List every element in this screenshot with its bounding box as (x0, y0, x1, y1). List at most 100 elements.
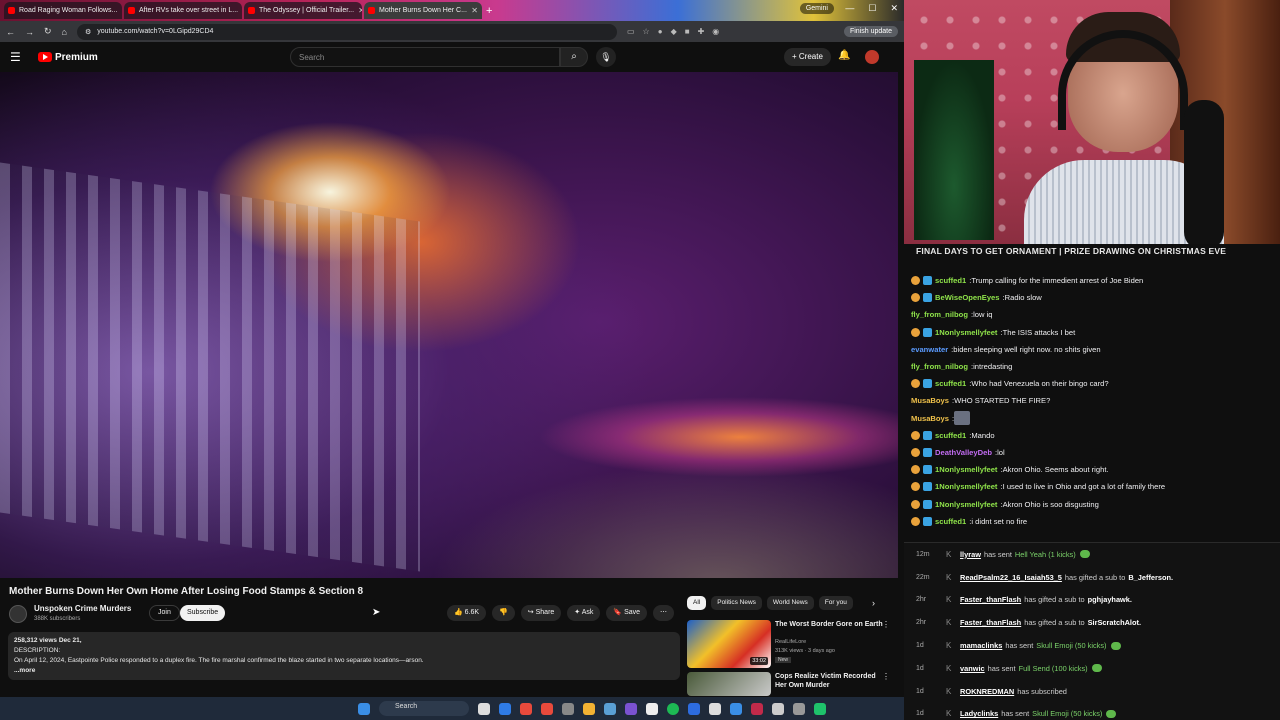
address-bar[interactable]: ⚙ youtube.com/watch?v=0LGipd29CD4 (76, 23, 617, 40)
chat-username[interactable]: BeWiseOpenEyes (935, 293, 1000, 302)
subscribe-button[interactable]: Subscribe (180, 605, 226, 621)
finish-update-button[interactable]: Finish update (843, 26, 898, 37)
event-username[interactable]: vanwic (960, 664, 985, 673)
event-username[interactable]: ReadPsalm22_16_Isaiah53_5 (960, 573, 1062, 582)
minimize-icon[interactable]: — (845, 3, 854, 14)
app-icon[interactable] (793, 702, 805, 715)
app-icon[interactable] (646, 702, 658, 715)
ask-button[interactable]: ✦ Ask (567, 605, 601, 621)
folder-icon[interactable] (583, 702, 595, 715)
related-video-title[interactable]: The Worst Border Gore on Earth (775, 620, 885, 629)
chat-username[interactable]: DeathValleyDeb (935, 448, 992, 457)
chat-username[interactable]: fly_from_nilbog (911, 310, 968, 319)
channel-name[interactable]: Unspoken Crime Murders (34, 604, 131, 613)
chip-politics-news[interactable]: Politics News (711, 596, 762, 610)
start-icon[interactable] (358, 702, 370, 715)
chat-username[interactable]: 1Nonlysmellyfeet (935, 500, 997, 509)
browser-tab-active[interactable]: Mother Burns Down Her C... ✕ (364, 2, 482, 19)
puzzle-icon[interactable]: ✚ (698, 27, 705, 36)
browser-tab[interactable]: Road Raging Woman Follows...✕ (4, 2, 122, 19)
file-icon[interactable] (478, 702, 490, 715)
app-icon[interactable] (562, 702, 574, 715)
event-username[interactable]: mamaclinks (960, 641, 1002, 650)
create-button[interactable]: + Create (784, 48, 831, 66)
taskbar-search[interactable]: Search (379, 701, 469, 716)
video-description[interactable]: 258,312 views Dec 21, DESCRIPTION: On Ap… (8, 632, 680, 680)
new-tab-button[interactable]: + (486, 5, 492, 17)
event-target-user[interactable]: pghjayhawk. (1088, 595, 1132, 604)
chat-username[interactable]: 1Nonlysmellyfeet (935, 482, 997, 491)
steam-icon[interactable] (604, 702, 616, 715)
like-button[interactable]: 👍 6.6K (447, 605, 487, 621)
chat-username[interactable]: scuffed1 (935, 276, 966, 285)
more-link[interactable]: ...more (14, 666, 674, 676)
close-tab-icon[interactable]: ✕ (121, 6, 122, 15)
video-thumbnail[interactable]: 33:02 (687, 620, 771, 668)
site-info-icon[interactable]: ⚙ (85, 28, 91, 36)
app-icon[interactable] (772, 702, 784, 715)
save-button[interactable]: 🔖 Save (606, 605, 648, 621)
browser-tab[interactable]: After RVs take over street in L...✕ (124, 2, 242, 19)
event-username[interactable]: llyraw (960, 550, 981, 559)
youtube-logo[interactable]: Premium (38, 52, 98, 63)
related-channel[interactable]: RealLifeLore (775, 639, 806, 645)
profile-icon[interactable]: ◉ (712, 27, 719, 36)
cast-icon[interactable]: ▭ (627, 27, 635, 36)
forward-icon[interactable]: → (25, 27, 34, 37)
chat-username[interactable]: scuffed1 (935, 379, 966, 388)
chat-username[interactable]: scuffed1 (935, 431, 966, 440)
chat-username[interactable]: scuffed1 (935, 517, 966, 526)
gemini-button[interactable]: Gemini (799, 3, 834, 14)
app-icon[interactable] (709, 702, 721, 715)
account-avatar[interactable] (865, 50, 879, 64)
bookmark-star-icon[interactable]: ☆ (643, 27, 650, 36)
browser-tab[interactable]: The Odyssey | Official Trailer... ✕ (244, 2, 362, 19)
app-icon[interactable] (688, 702, 700, 715)
spotify-icon[interactable] (667, 702, 679, 715)
app-icon[interactable] (730, 702, 742, 715)
reload-icon[interactable]: ↻ (44, 26, 52, 37)
event-username[interactable]: Ladyclinks (960, 709, 998, 718)
home-icon[interactable]: ⌂ (62, 27, 67, 37)
event-username[interactable]: Faster_thanFlash (960, 618, 1021, 627)
menu-icon[interactable]: ☰ (10, 50, 28, 64)
event-username[interactable]: ROKNREDMAN (960, 687, 1014, 696)
microphone-icon[interactable]: 🎙 (596, 47, 616, 67)
extension-icon[interactable]: ■ (685, 27, 690, 36)
chat-username[interactable]: MusaBoys (911, 414, 949, 423)
chip-for-you[interactable]: For you (818, 596, 853, 610)
dislike-button[interactable]: 👎 (492, 605, 515, 621)
video-player[interactable] (0, 72, 898, 578)
chat-username[interactable]: 1Nonlysmellyfeet (935, 465, 997, 474)
close-tab-icon[interactable]: ✕ (471, 6, 478, 15)
chip-world-news[interactable]: World News (766, 596, 814, 610)
extension-icon[interactable]: ◆ (671, 27, 677, 36)
more-actions-icon[interactable]: ⋯ (653, 605, 675, 621)
share-button[interactable]: ↪ Share (520, 605, 562, 621)
more-options-icon[interactable]: ⋮ (882, 672, 890, 681)
chat-username[interactable]: fly_from_nilbog (911, 362, 968, 371)
more-options-icon[interactable]: ⋮ (882, 620, 890, 629)
back-icon[interactable]: ← (6, 27, 15, 37)
close-tab-icon[interactable]: ✕ (358, 6, 362, 15)
event-username[interactable]: Faster_thanFlash (960, 595, 1021, 604)
app-icon[interactable] (814, 702, 826, 715)
channel-avatar[interactable] (9, 605, 27, 623)
maximize-icon[interactable]: ☐ (868, 3, 876, 14)
close-window-icon[interactable]: ✕ (890, 3, 898, 14)
video-thumbnail[interactable] (687, 672, 771, 696)
related-video-title[interactable]: Cops Realize Victim Recorded Her Own Mur… (775, 672, 885, 690)
search-icon[interactable]: ⌕ (560, 47, 588, 67)
edge-icon[interactable] (499, 702, 511, 715)
chip-all[interactable]: All (687, 596, 707, 610)
chat-username[interactable]: 1Nonlysmellyfeet (935, 328, 997, 337)
event-target-user[interactable]: SirScratchAlot. (1088, 618, 1141, 627)
search-input[interactable]: Search (290, 47, 560, 67)
chrome-icon[interactable] (541, 702, 553, 715)
app-icon[interactable] (751, 702, 763, 715)
event-target-user[interactable]: B_Jefferson. (1128, 573, 1173, 582)
chat-username[interactable]: evanwater (911, 345, 948, 354)
related-video[interactable]: Cops Realize Victim Recorded Her Own Mur… (687, 672, 897, 696)
join-button[interactable]: Join (149, 605, 180, 621)
chevron-right-icon[interactable]: › (872, 598, 875, 608)
